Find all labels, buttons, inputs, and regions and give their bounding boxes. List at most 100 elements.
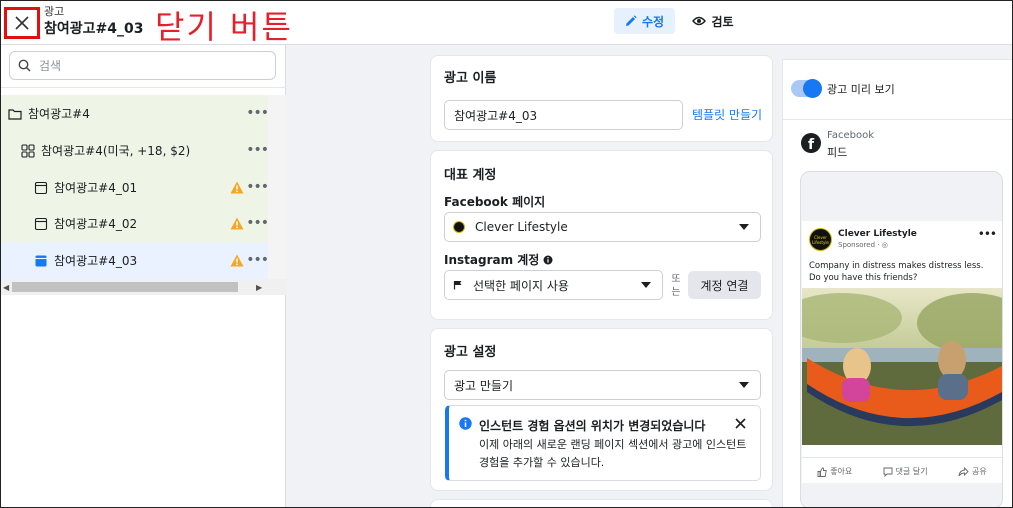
vertical-scroll-track[interactable] [268,95,286,279]
ad-name-card: 광고 이름 참여광고#4_03 템플릿 만들기 [430,55,773,142]
page-title: 참여광고#4_03 [44,21,144,37]
folder-icon [8,108,22,120]
globe-icon: ◎ [881,241,888,249]
ad-name-title: 광고 이름 [444,71,497,86]
avatar-text: Clever Lifestyle [812,234,829,245]
breadcrumb: 광고 [44,5,65,18]
post-page-name: Clever Lifestyle [838,229,917,239]
phone-mockup: Clever Lifestyle Clever Lifestyle Sponso… [800,171,1003,508]
divider [0,87,286,88]
post-sponsored: Sponsored · ◎ [838,241,888,249]
sponsored-text: Sponsored · [838,241,882,249]
like-button[interactable]: 좋아요 [817,466,852,477]
ad-name-input[interactable]: 참여광고#4_03 [444,100,683,130]
close-icon [15,16,29,30]
identity-card: 대표 계정 Facebook 페이지 Clever Lifestyle Inst… [430,150,773,320]
close-button[interactable] [4,7,40,39]
tab-review[interactable]: 검토 [688,8,738,34]
ad-settings-title: 광고 설정 [444,345,497,360]
more-icon[interactable]: ••• [246,143,269,157]
tree-item-ad-02[interactable]: 참여광고#4_02 ••• [0,205,269,242]
eye-icon [692,16,707,26]
tab-edit[interactable]: 수정 [614,8,675,34]
facebook-page-label-text: Facebook 페이지 [444,195,546,209]
share-label: 공유 [972,467,987,476]
platform-name: Facebook [827,130,874,141]
preview-toggle[interactable] [791,79,822,98]
more-icon[interactable]: ••• [246,106,269,120]
ad-icon [34,181,48,194]
close-icon[interactable] [735,418,746,429]
warning-icon [230,217,244,230]
share-icon [958,466,969,476]
share-button[interactable]: 공유 [958,466,987,477]
connect-account-button[interactable]: 계정 연결 [688,271,761,299]
scroll-thumb[interactable] [12,282,238,292]
placement-name: 피드 [827,146,848,159]
like-label: 좋아요 [830,467,853,476]
ad-name-value: 참여광고#4_03 [454,108,538,123]
feed-post: Clever Lifestyle Clever Lifestyle Sponso… [802,221,1002,483]
ad-preview-panel: 광고 미리 보기 f Facebook 피드 Clever Lifestyle … [782,59,1013,508]
chevron-down-icon [739,382,749,388]
ad-icon-selected [35,255,47,266]
info-notice: 인스턴트 경험 옵션의 위치가 변경되었습니다 이제 아래의 새로운 랜딩 페이… [445,405,761,481]
tab-review-label: 검토 [711,14,734,29]
more-icon[interactable]: ••• [246,216,269,230]
next-card [430,499,773,508]
post-actions: 좋아요 댓글 달기 공유 [802,457,1002,477]
toggle-knob [803,79,822,98]
tab-edit-label: 수정 [641,14,665,29]
scroll-right-icon[interactable]: ▶ [256,283,262,292]
comment-label: 댓글 달기 [895,467,928,476]
chevron-down-icon [641,282,651,288]
ad-icon [34,217,48,230]
more-icon[interactable]: ••• [978,227,997,241]
create-template-link[interactable]: 템플릿 만들기 [692,106,762,123]
facebook-page-select[interactable]: Clever Lifestyle [444,212,761,242]
tree-item-campaign[interactable]: 참여광고#4 ••• [0,95,269,132]
left-panel: 참여광고#4 ••• 참여광고#4(미국, +18, $2) ••• 참여광고#… [0,45,286,508]
identity-title: 대표 계정 [444,168,497,183]
scroll-left-icon[interactable]: ◀ [3,283,9,292]
instagram-account-value: 선택한 페이지 사용 [473,278,569,293]
search-input[interactable] [39,58,259,73]
search-box[interactable] [9,51,276,80]
post-text: Company in distress makes distress less.… [809,261,984,283]
ad-settings-card: 광고 설정 광고 만들기 인스턴트 경험 옵션의 위치가 변경되었습니다 이제 … [430,328,773,491]
info-icon[interactable] [543,255,553,265]
thumbs-up-icon [817,466,827,477]
comment-icon [883,467,893,477]
tree-item-ad-03[interactable]: 참여광고#4_03 ••• [0,242,269,279]
ad-setup-select[interactable]: 광고 만들기 [444,370,761,400]
tree-item-adset[interactable]: 참여광고#4(미국, +18, $2) ••• [0,132,269,169]
tree-item-label: 참여광고#4_01 [54,181,138,195]
chevron-down-icon [739,224,749,230]
facebook-page-label: Facebook 페이지 [444,193,545,210]
flag-icon [453,281,462,290]
tree-item-ad-01[interactable]: 참여광고#4_01 ••• [0,169,269,206]
tree-item-label: 참여광고#4_02 [54,217,138,231]
tree-item-label: 참여광고#4(미국, +18, $2) [41,144,191,158]
more-icon[interactable]: ••• [246,180,269,194]
preview-toggle-label: 광고 미리 보기 [827,83,895,96]
top-bar: 광고 참여광고#4_03 닫기 버튼 수정 검토 [0,0,1013,46]
instagram-label: Instagram 계정 [444,251,553,268]
facebook-page-value: Clever Lifestyle [475,220,568,234]
page-avatar: Clever Lifestyle [809,228,832,251]
info-icon [459,417,472,430]
notice-title: 인스턴트 경험 옵션의 위치가 변경되었습니다 [479,419,706,433]
more-icon[interactable]: ••• [246,253,269,267]
grid-icon [21,143,35,158]
facebook-icon: f [801,133,821,153]
or-text: 또는 [671,274,681,298]
instagram-account-select[interactable]: 선택한 페이지 사용 [444,270,663,300]
pencil-icon [625,15,637,26]
tree-item-label: 참여광고#4_03 [54,254,138,268]
page-avatar [453,221,465,233]
notice-body: 이제 아래의 새로운 랜딩 페이지 섹션에서 광고에 인스턴트 경험을 추가할 … [479,438,747,469]
horizontal-scrollbar[interactable]: ◀ ▶ [0,279,286,295]
comment-button[interactable]: 댓글 달기 [883,466,928,477]
instagram-label-text: Instagram 계정 [444,253,540,267]
divider [783,119,1013,120]
